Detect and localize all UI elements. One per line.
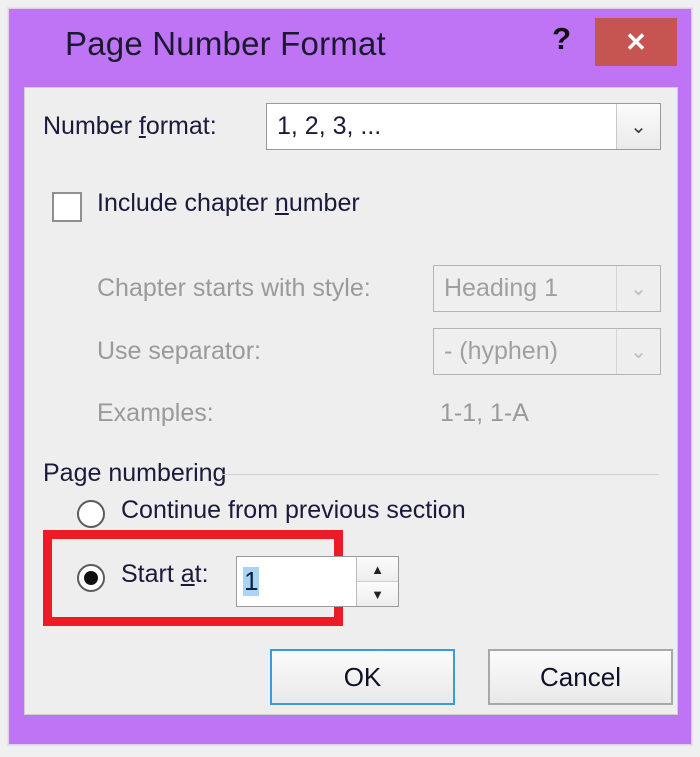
start-at-label-tail: t:: [194, 560, 209, 588]
ok-button[interactable]: OK: [270, 649, 455, 705]
chevron-down-icon: ⌄: [616, 266, 660, 311]
include-chapter-label-tail: umber: [288, 189, 360, 217]
start-at-label: Start at:: [121, 560, 209, 589]
include-chapter-number-label: Include chapter number: [97, 189, 360, 218]
start-at-input[interactable]: 1: [237, 557, 356, 606]
include-chapter-label-text: Include chapter: [97, 189, 275, 217]
help-icon[interactable]: ?: [552, 23, 571, 54]
number-format-label-text: Number: [43, 112, 139, 140]
number-format-accel: f: [138, 112, 146, 140]
close-icon: ✕: [625, 27, 647, 57]
page-numbering-group-label: Page numbering: [43, 459, 227, 487]
chapter-style-combobox: Heading 1 ⌄: [433, 265, 661, 312]
spinner-down-icon[interactable]: ▼: [357, 582, 398, 606]
spinner-up-icon[interactable]: ▲: [357, 557, 398, 582]
page-number-format-dialog: Page Number Format ? ✕ Number format: 1,…: [8, 8, 692, 745]
continue-from-previous-radio[interactable]: [77, 500, 105, 528]
use-separator-label: Use separator:: [97, 337, 261, 365]
use-separator-combobox: - (hyphen) ⌄: [433, 328, 661, 375]
use-separator-value: - (hyphen): [444, 337, 558, 365]
dialog-title: Page Number Format: [65, 25, 386, 62]
include-chapter-number-checkbox[interactable]: [52, 192, 82, 222]
include-chapter-accel: n: [274, 189, 289, 217]
number-format-combobox[interactable]: 1, 2, 3, ... ⌄: [266, 103, 661, 150]
start-at-value: 1: [243, 565, 260, 597]
chapter-style-value: Heading 1: [444, 274, 558, 302]
chevron-down-icon[interactable]: ⌄: [616, 104, 660, 149]
number-format-label: Number format:: [43, 112, 217, 141]
chevron-down-icon: ⌄: [616, 329, 660, 374]
dialog-titlebar[interactable]: Page Number Format ? ✕: [9, 9, 691, 87]
spinner-buttons[interactable]: ▲ ▼: [356, 557, 398, 606]
examples-value: 1-1, 1-A: [440, 399, 529, 427]
group-separator: [221, 474, 659, 475]
chapter-style-label: Chapter starts with style:: [97, 274, 371, 302]
cancel-button[interactable]: Cancel: [488, 649, 673, 705]
number-format-value: 1, 2, 3, ...: [277, 112, 382, 140]
start-at-label-text: Start: [121, 560, 181, 588]
start-at-accel: a: [180, 560, 195, 588]
start-at-radio[interactable]: [77, 564, 105, 592]
start-at-spinner[interactable]: 1 ▲ ▼: [236, 556, 399, 607]
dialog-client-area: Number format: 1, 2, 3, ... ⌄ Include ch…: [24, 87, 678, 715]
close-button[interactable]: ✕: [595, 18, 677, 66]
number-format-label-tail: ormat:: [145, 112, 217, 140]
continue-from-previous-label: Continue from previous section: [121, 496, 466, 524]
examples-label: Examples:: [97, 399, 214, 427]
